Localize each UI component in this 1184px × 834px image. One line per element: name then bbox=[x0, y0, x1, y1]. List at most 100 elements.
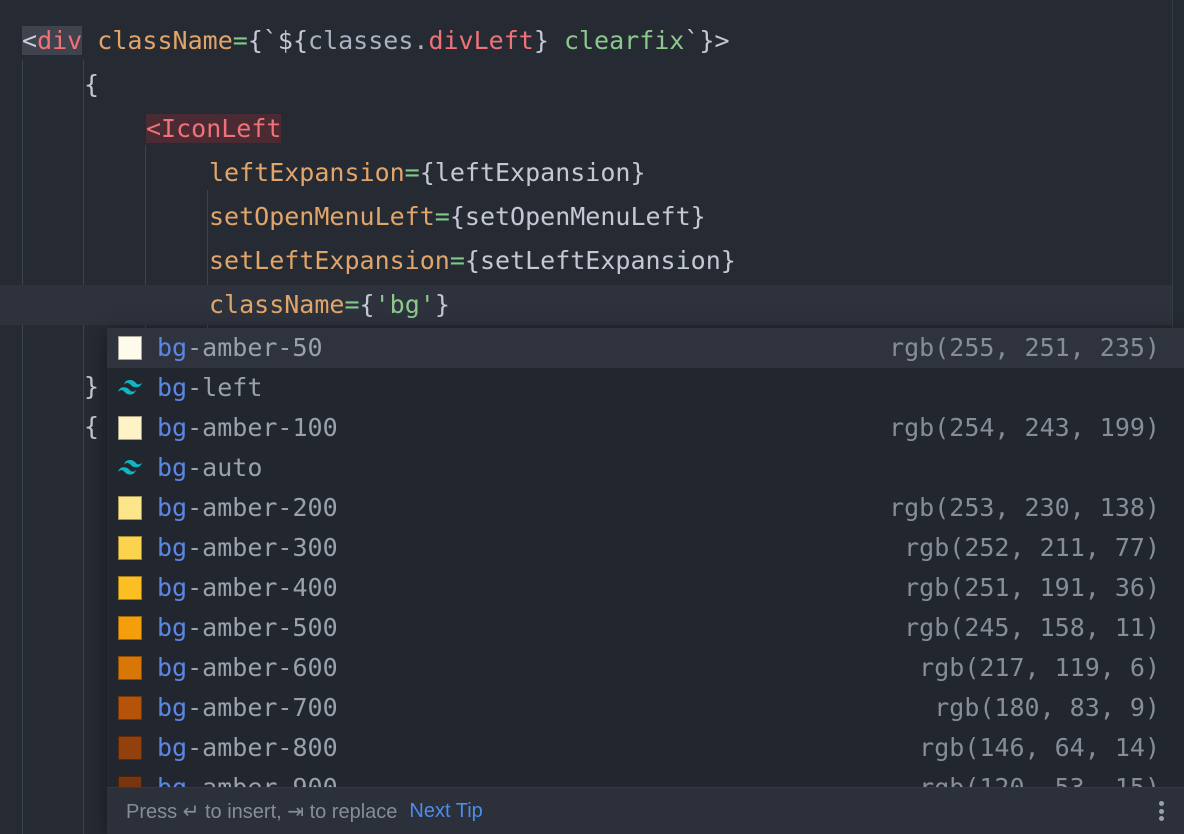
code-token: } bbox=[533, 26, 549, 55]
label-remainder: -amber-800 bbox=[187, 733, 338, 762]
autocomplete-item[interactable]: bg-amber-100 rgb(254, 243, 199) bbox=[107, 408, 1184, 448]
label-remainder: -amber-900 bbox=[187, 773, 338, 788]
code-token: {setLeftExpansion} bbox=[464, 246, 736, 275]
autocomplete-item[interactable]: bg-auto bbox=[107, 448, 1184, 488]
code-line[interactable]: { bbox=[84, 65, 99, 105]
autocomplete-item-value: rgb(245, 158, 11) bbox=[904, 613, 1160, 642]
autocomplete-list[interactable]: bg-amber-50 rgb(255, 251, 235) bg-left bg-a… bbox=[107, 328, 1184, 788]
label-remainder: -amber-300 bbox=[187, 533, 338, 562]
color-swatch bbox=[118, 576, 142, 600]
matched-prefix: bg bbox=[157, 413, 188, 442]
color-swatch-icon bbox=[118, 576, 142, 600]
code-token: } bbox=[434, 290, 450, 319]
matched-prefix: bg bbox=[157, 493, 188, 522]
code-token: { bbox=[84, 412, 100, 441]
matched-prefix: bg bbox=[157, 733, 188, 762]
code-token: = bbox=[404, 158, 420, 187]
color-swatch bbox=[118, 656, 142, 680]
code-token: leftExpansion bbox=[209, 158, 405, 187]
autocomplete-item[interactable]: bg-amber-500 rgb(245, 158, 11) bbox=[107, 608, 1184, 648]
code-token: `}> bbox=[684, 26, 730, 55]
color-swatch-icon bbox=[118, 616, 142, 640]
autocomplete-footer: Press ↵ to insert, ⇥ to replace Next Tip bbox=[107, 787, 1184, 834]
autocomplete-item-value: rgb(180, 83, 9) bbox=[934, 693, 1160, 722]
tailwind-logo-icon bbox=[118, 456, 142, 480]
code-token: 'bg' bbox=[374, 290, 435, 319]
autocomplete-item-value: rgb(217, 119, 6) bbox=[919, 653, 1160, 682]
matched-prefix: bg bbox=[157, 573, 188, 602]
color-swatch bbox=[118, 416, 142, 440]
autocomplete-item-value: rgb(252, 211, 77) bbox=[904, 533, 1160, 562]
footer-hint-text: Press ↵ to insert, ⇥ to replace bbox=[126, 800, 398, 823]
label-remainder: -amber-200 bbox=[187, 493, 338, 522]
autocomplete-item-label: bg-amber-100 bbox=[157, 408, 338, 448]
autocomplete-item[interactable]: bg-amber-900 rgb(120, 53, 15) bbox=[107, 768, 1184, 788]
autocomplete-item[interactable]: bg-amber-800 rgb(146, 64, 14) bbox=[107, 728, 1184, 768]
color-swatch-icon bbox=[118, 336, 142, 360]
autocomplete-item-label: bg-amber-600 bbox=[157, 648, 338, 688]
code-token: <div bbox=[22, 26, 83, 55]
code-line[interactable]: <div className={`${classes.divLeft} clea… bbox=[22, 21, 730, 61]
label-remainder: -amber-700 bbox=[187, 693, 338, 722]
code-token: clearfix bbox=[563, 26, 685, 55]
code-line[interactable]: } bbox=[84, 367, 99, 407]
autocomplete-item[interactable]: bg-amber-600 rgb(217, 119, 6) bbox=[107, 648, 1184, 688]
matched-prefix: bg bbox=[157, 333, 188, 362]
matched-prefix: bg bbox=[157, 453, 188, 482]
autocomplete-popup[interactable]: bg-amber-50 rgb(255, 251, 235) bg-left bg-a… bbox=[107, 328, 1184, 834]
code-token: className bbox=[97, 26, 233, 55]
ide-screen: <div className={`${classes.divLeft} clea… bbox=[0, 0, 1184, 834]
autocomplete-item-value: rgb(254, 243, 199) bbox=[889, 413, 1160, 442]
code-token: {leftExpansion} bbox=[419, 158, 646, 187]
autocomplete-item-label: bg-amber-300 bbox=[157, 528, 338, 568]
code-token: className bbox=[209, 290, 345, 319]
autocomplete-item[interactable]: bg-amber-400 rgb(251, 191, 36) bbox=[107, 568, 1184, 608]
code-line[interactable]: setOpenMenuLeft={setOpenMenuLeft} bbox=[209, 197, 706, 237]
code-line[interactable]: <IconLeft bbox=[146, 109, 282, 149]
matched-prefix: bg bbox=[157, 373, 188, 402]
code-token: = bbox=[232, 26, 248, 55]
code-token: classes. bbox=[308, 26, 429, 55]
autocomplete-item-value: rgb(253, 230, 138) bbox=[889, 493, 1160, 522]
color-swatch bbox=[118, 616, 142, 640]
code-token: setLeftExpansion bbox=[209, 246, 450, 275]
autocomplete-item-label: bg-amber-700 bbox=[157, 688, 338, 728]
code-token: {` bbox=[247, 26, 278, 55]
code-line[interactable]: className={'bg'} bbox=[209, 285, 450, 325]
color-swatch-icon bbox=[118, 536, 142, 560]
color-swatch-icon bbox=[118, 416, 142, 440]
autocomplete-item[interactable]: bg-amber-300 rgb(252, 211, 77) bbox=[107, 528, 1184, 568]
matched-prefix: bg bbox=[157, 773, 188, 788]
color-swatch bbox=[118, 336, 142, 360]
code-token: } bbox=[84, 372, 100, 401]
kebab-menu-icon[interactable] bbox=[1151, 799, 1171, 823]
autocomplete-item[interactable]: bg-amber-700 rgb(180, 83, 9) bbox=[107, 688, 1184, 728]
code-line[interactable]: setLeftExpansion={setLeftExpansion} bbox=[209, 241, 736, 281]
code-token: = bbox=[434, 202, 450, 231]
matched-prefix: bg bbox=[157, 653, 188, 682]
color-swatch bbox=[118, 696, 142, 720]
autocomplete-item-value: rgb(255, 251, 235) bbox=[889, 333, 1160, 362]
autocomplete-item-label: bg-amber-900 bbox=[157, 768, 338, 788]
autocomplete-item[interactable]: bg-amber-200 rgb(253, 230, 138) bbox=[107, 488, 1184, 528]
autocomplete-item[interactable]: bg-amber-50 rgb(255, 251, 235) bbox=[107, 328, 1184, 368]
autocomplete-item-label: bg-amber-400 bbox=[157, 568, 338, 608]
indent-guide bbox=[83, 60, 84, 834]
code-token: { bbox=[84, 70, 100, 99]
color-swatch-icon bbox=[118, 496, 142, 520]
autocomplete-item[interactable]: bg-left bbox=[107, 368, 1184, 408]
tailwind-logo-icon bbox=[118, 376, 142, 400]
color-swatch-icon bbox=[118, 696, 142, 720]
code-line[interactable]: { bbox=[84, 407, 99, 447]
label-remainder: -left bbox=[187, 373, 263, 402]
autocomplete-item-label: bg-amber-500 bbox=[157, 608, 338, 648]
label-remainder: -amber-400 bbox=[187, 573, 338, 602]
autocomplete-item-label: bg-auto bbox=[157, 448, 262, 488]
autocomplete-item-value: rgb(146, 64, 14) bbox=[919, 733, 1160, 762]
next-tip-link[interactable]: Next Tip bbox=[409, 800, 482, 823]
code-line[interactable]: leftExpansion={leftExpansion} bbox=[209, 153, 646, 193]
matched-prefix: bg bbox=[157, 693, 188, 722]
label-remainder: -amber-50 bbox=[187, 333, 323, 362]
label-remainder: -amber-100 bbox=[187, 413, 338, 442]
color-swatch bbox=[118, 496, 142, 520]
